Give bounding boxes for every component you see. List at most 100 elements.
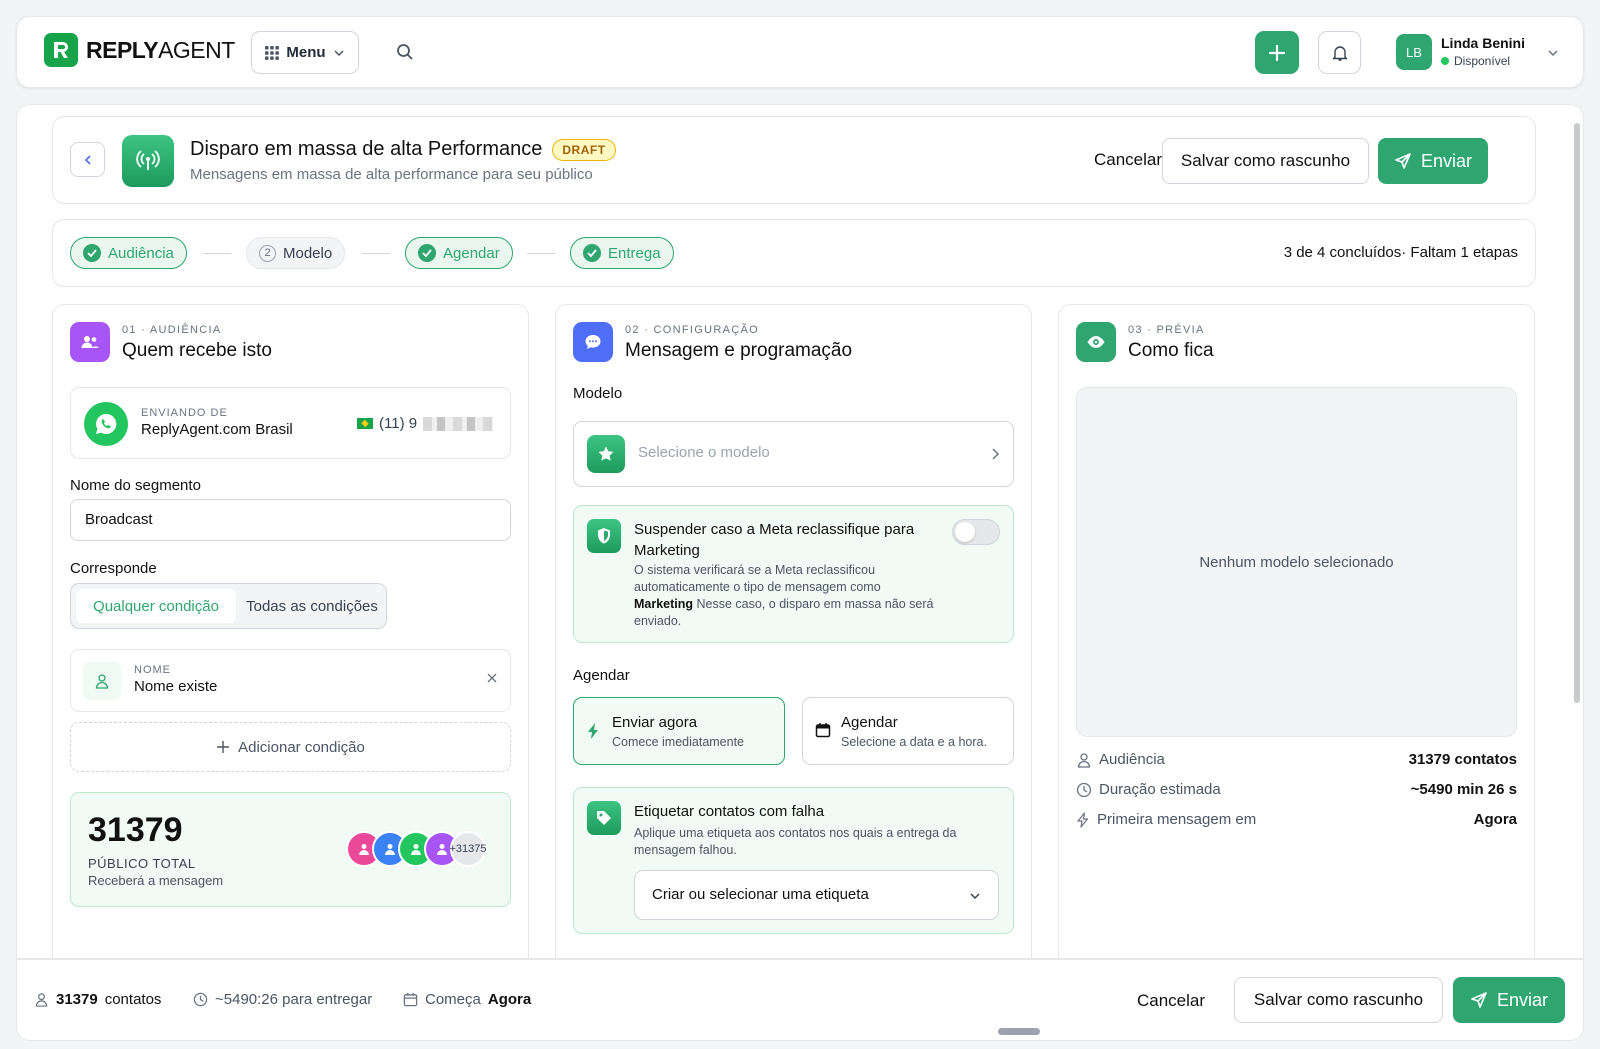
- step-audience[interactable]: Audiência: [70, 237, 187, 269]
- step-divider: [527, 253, 555, 254]
- footer-contacts-label: contatos: [104, 991, 162, 1008]
- send-now-subtitle: Comece imediatamente: [612, 735, 745, 749]
- config-panel: 02 · CONFIGURAÇÃO Mensagem e programação…: [555, 304, 1032, 958]
- status-dot: [1441, 57, 1449, 65]
- check-circle-icon: [418, 244, 436, 262]
- step-schedule[interactable]: Agendar: [405, 237, 513, 269]
- step-label: Agendar: [443, 244, 500, 262]
- whatsapp-icon: [84, 402, 128, 446]
- footer-contacts: 31379 contatos: [34, 991, 161, 1008]
- audience-total-label: PÚBLICO TOTAL: [88, 856, 196, 871]
- avatar-stack: +31375: [346, 831, 487, 867]
- add-condition-label: Adicionar condição: [238, 738, 365, 756]
- user-name: Linda Benini: [1441, 35, 1525, 51]
- match-segmented-control: Qualquer condição Todas as condições: [70, 583, 387, 629]
- suspend-title: Suspender caso a Meta reclassifique para…: [634, 521, 915, 559]
- stat-label: Audiência: [1099, 751, 1165, 768]
- step-model[interactable]: 2 Modelo: [246, 237, 346, 269]
- match-label: Corresponde: [70, 560, 157, 577]
- step-delivery[interactable]: Entrega: [570, 237, 674, 269]
- add-condition-button[interactable]: Adicionar condição: [70, 722, 511, 772]
- step-label: Modelo: [283, 244, 333, 262]
- user-menu[interactable]: Linda Benini Disponível: [1441, 35, 1525, 68]
- cancel-button[interactable]: Cancelar: [1094, 150, 1162, 170]
- main-content: Disparo em massa de alta Performance DRA…: [16, 104, 1584, 959]
- user-icon: [83, 662, 121, 700]
- audience-total-sub: Receberá a mensagem: [88, 873, 224, 888]
- model-select[interactable]: Selecione o modelo: [573, 421, 1014, 487]
- close-icon[interactable]: [486, 672, 498, 684]
- save-draft-button[interactable]: Salvar como rascunho: [1162, 138, 1369, 184]
- stepper: Audiência 2 Modelo Agendar Entrega 3 de …: [52, 219, 1536, 287]
- sender-phone-number: (11) 9: [379, 415, 418, 432]
- stat-audience: Audiência 31379 contatos: [1076, 751, 1517, 768]
- tag-select[interactable]: Criar ou selecionar uma etiqueta: [634, 870, 999, 920]
- send-label: Enviar: [1420, 150, 1473, 171]
- user-avatar[interactable]: LB: [1396, 34, 1432, 70]
- suspend-description: O sistema verificará se a Meta reclassif…: [634, 563, 934, 628]
- section-title: Quem recebe isto: [122, 340, 272, 361]
- send-now-title: Enviar agora: [612, 714, 698, 731]
- clock-icon: [193, 992, 208, 1007]
- sender-phone: (11) 9: [357, 415, 494, 432]
- page-subtitle: Mensagens em massa de alta performance p…: [190, 166, 593, 183]
- footer-save-draft-button[interactable]: Salvar como rascunho: [1234, 977, 1443, 1023]
- footer-send-label: Enviar: [1496, 989, 1549, 1010]
- match-all-option[interactable]: Todas as condições: [241, 589, 383, 623]
- drag-handle[interactable]: [998, 1028, 1040, 1035]
- stat-duration: Duração estimada ~5490 min 26 s: [1076, 781, 1517, 798]
- section-kicker: 03 · PRÉVIA: [1128, 324, 1205, 336]
- menu-button[interactable]: Menu: [251, 31, 359, 74]
- condition-field: NOME: [134, 664, 171, 676]
- brand-logo[interactable]: REPLYAGENT: [44, 33, 235, 67]
- calendar-icon: [403, 992, 418, 1007]
- send-button[interactable]: Enviar: [1378, 138, 1488, 184]
- chevron-right-icon: [990, 447, 1000, 461]
- footer-send-button[interactable]: Enviar: [1453, 977, 1565, 1023]
- suspend-toggle[interactable]: [952, 519, 1000, 545]
- scrollbar[interactable]: [1574, 123, 1580, 703]
- schedule-option[interactable]: Agendar Selecione a data e a hora.: [802, 697, 1014, 765]
- calendar-icon: [815, 722, 831, 738]
- footer-eta-label: ~5490:26 para entregar: [215, 991, 373, 1008]
- notifications-button[interactable]: [1318, 31, 1361, 74]
- user-chevron-down-icon[interactable]: [1547, 47, 1559, 59]
- section-title: Como fica: [1128, 340, 1214, 361]
- step-divider: [203, 253, 231, 254]
- stat-value: 31379 contatos: [1408, 751, 1517, 768]
- search-icon[interactable]: [396, 43, 414, 61]
- sender-name: ReplyAgent.com Brasil: [141, 421, 293, 438]
- stat-value: ~5490 min 26 s: [1410, 781, 1517, 798]
- footer-start: Começa Agora: [403, 991, 531, 1008]
- message-preview: Nenhum modelo selecionado: [1076, 387, 1517, 737]
- segment-name-label: Nome do segmento: [70, 477, 201, 494]
- match-any-option[interactable]: Qualquer condição: [76, 589, 236, 623]
- chat-icon: [573, 322, 613, 362]
- step-label: Entrega: [608, 244, 661, 262]
- condition-row[interactable]: NOME Nome existe: [70, 649, 511, 712]
- campaign-header: Disparo em massa de alta Performance DRA…: [52, 116, 1536, 204]
- footer-start-value: Agora: [487, 991, 532, 1008]
- send-now-option[interactable]: Enviar agora Comece imediatamente: [573, 697, 785, 765]
- footer-start-label: Começa: [425, 991, 481, 1008]
- tag-icon: [587, 801, 621, 835]
- sender-card[interactable]: ENVIANDO DE ReplyAgent.com Brasil (11) 9: [70, 387, 511, 459]
- step-divider: [362, 253, 390, 254]
- segment-name-input[interactable]: Broadcast: [70, 499, 511, 541]
- audience-panel: 01 · AUDIÊNCIA Quem recebe isto ENVIANDO…: [52, 304, 529, 958]
- stat-first-message: Primeira mensagem em Agora: [1076, 811, 1517, 828]
- suspend-option: Suspender caso a Meta reclassifique para…: [573, 505, 1014, 643]
- schedule-title: Agendar: [841, 714, 898, 731]
- footer-cancel-button[interactable]: Cancelar: [1137, 991, 1205, 1011]
- clock-icon: [1076, 782, 1092, 797]
- stat-value: Agora: [1473, 811, 1517, 828]
- brazil-flag-icon: [357, 418, 373, 429]
- page-title: Disparo em massa de alta Performance: [190, 138, 543, 160]
- back-button[interactable]: [70, 142, 105, 177]
- draft-badge: DRAFT: [552, 138, 616, 161]
- create-button[interactable]: [1255, 31, 1299, 74]
- tag-description: Aplique uma etiqueta aos contatos nos qu…: [634, 826, 957, 857]
- chevron-left-icon: [84, 154, 91, 165]
- bolt-icon: [1077, 811, 1089, 828]
- preview-panel: 03 · PRÉVIA Como fica Nenhum modelo sele…: [1058, 304, 1535, 958]
